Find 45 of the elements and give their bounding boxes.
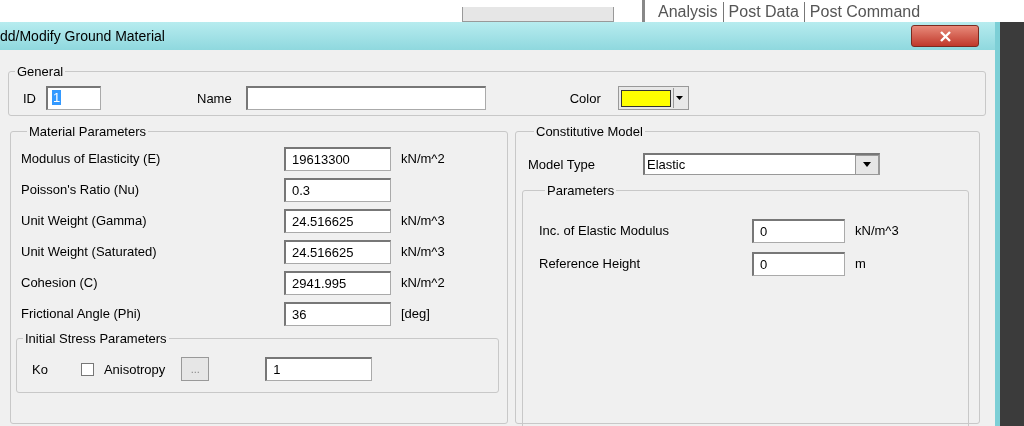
checkbox[interactable]	[80, 362, 94, 376]
input-field[interactable]: 0	[752, 251, 845, 276]
field-label: Model Type	[528, 156, 595, 172]
unit-label: kN/m^3	[855, 223, 900, 238]
group-title: General	[16, 64, 65, 79]
field-label: Ko	[32, 361, 48, 377]
field-label: Unit Weight (Gamma)	[21, 213, 148, 228]
group-title: Constitutive Model	[535, 124, 644, 139]
close-icon	[939, 30, 951, 42]
input-field[interactable]: 19613300	[284, 146, 391, 171]
field-label: ID	[23, 90, 36, 106]
group-title: Parameters	[546, 183, 616, 198]
group-title: Initial Stress Parameters	[24, 331, 168, 346]
window-title: dd/Modify Ground Material	[0, 28, 165, 44]
menu-item[interactable]: Analysis	[653, 2, 723, 22]
field-label: Frictional Angle (Phi)	[21, 306, 142, 321]
input-field[interactable]: 0.3	[284, 177, 391, 202]
unit-label: [deg]	[401, 306, 431, 321]
group-title: Material Parameters	[28, 124, 148, 139]
field-label: Modulus of Elasticity (E)	[21, 151, 162, 166]
model-type-dropdown[interactable]: Elastic	[642, 153, 880, 175]
input-field[interactable]: 24.516625	[284, 208, 391, 233]
color-picker[interactable]	[617, 86, 689, 110]
checkbox-label: Anisotropy	[103, 361, 166, 377]
unit-label: kN/m^2	[401, 275, 446, 290]
field-label: Name	[197, 90, 232, 106]
unit-label: kN/m^3	[401, 244, 446, 259]
input-field[interactable]: 0	[752, 218, 845, 243]
unit-label: m	[855, 256, 867, 271]
input-field[interactable]: 24.516625	[284, 239, 391, 264]
field-label: Cohesion (C)	[21, 275, 99, 290]
name-field[interactable]	[245, 86, 486, 110]
field-label: Unit Weight (Saturated)	[21, 244, 158, 259]
input-field[interactable]: 1	[265, 357, 373, 381]
field-label: Poisson's Ratio (Nu)	[21, 182, 141, 197]
unit-label: kN/m^3	[401, 213, 446, 228]
field-label: Color	[569, 90, 601, 106]
caret-icon	[862, 162, 871, 167]
unit-label: kN/m^2	[401, 151, 446, 166]
input-field[interactable]: 2941.995	[284, 270, 391, 295]
field-label: Inc. of Elastic Modulus	[539, 223, 671, 238]
caret-icon	[676, 96, 684, 100]
field-label: Reference Height	[539, 256, 642, 271]
input-field[interactable]: 36	[284, 301, 391, 326]
close-button[interactable]	[911, 25, 979, 47]
